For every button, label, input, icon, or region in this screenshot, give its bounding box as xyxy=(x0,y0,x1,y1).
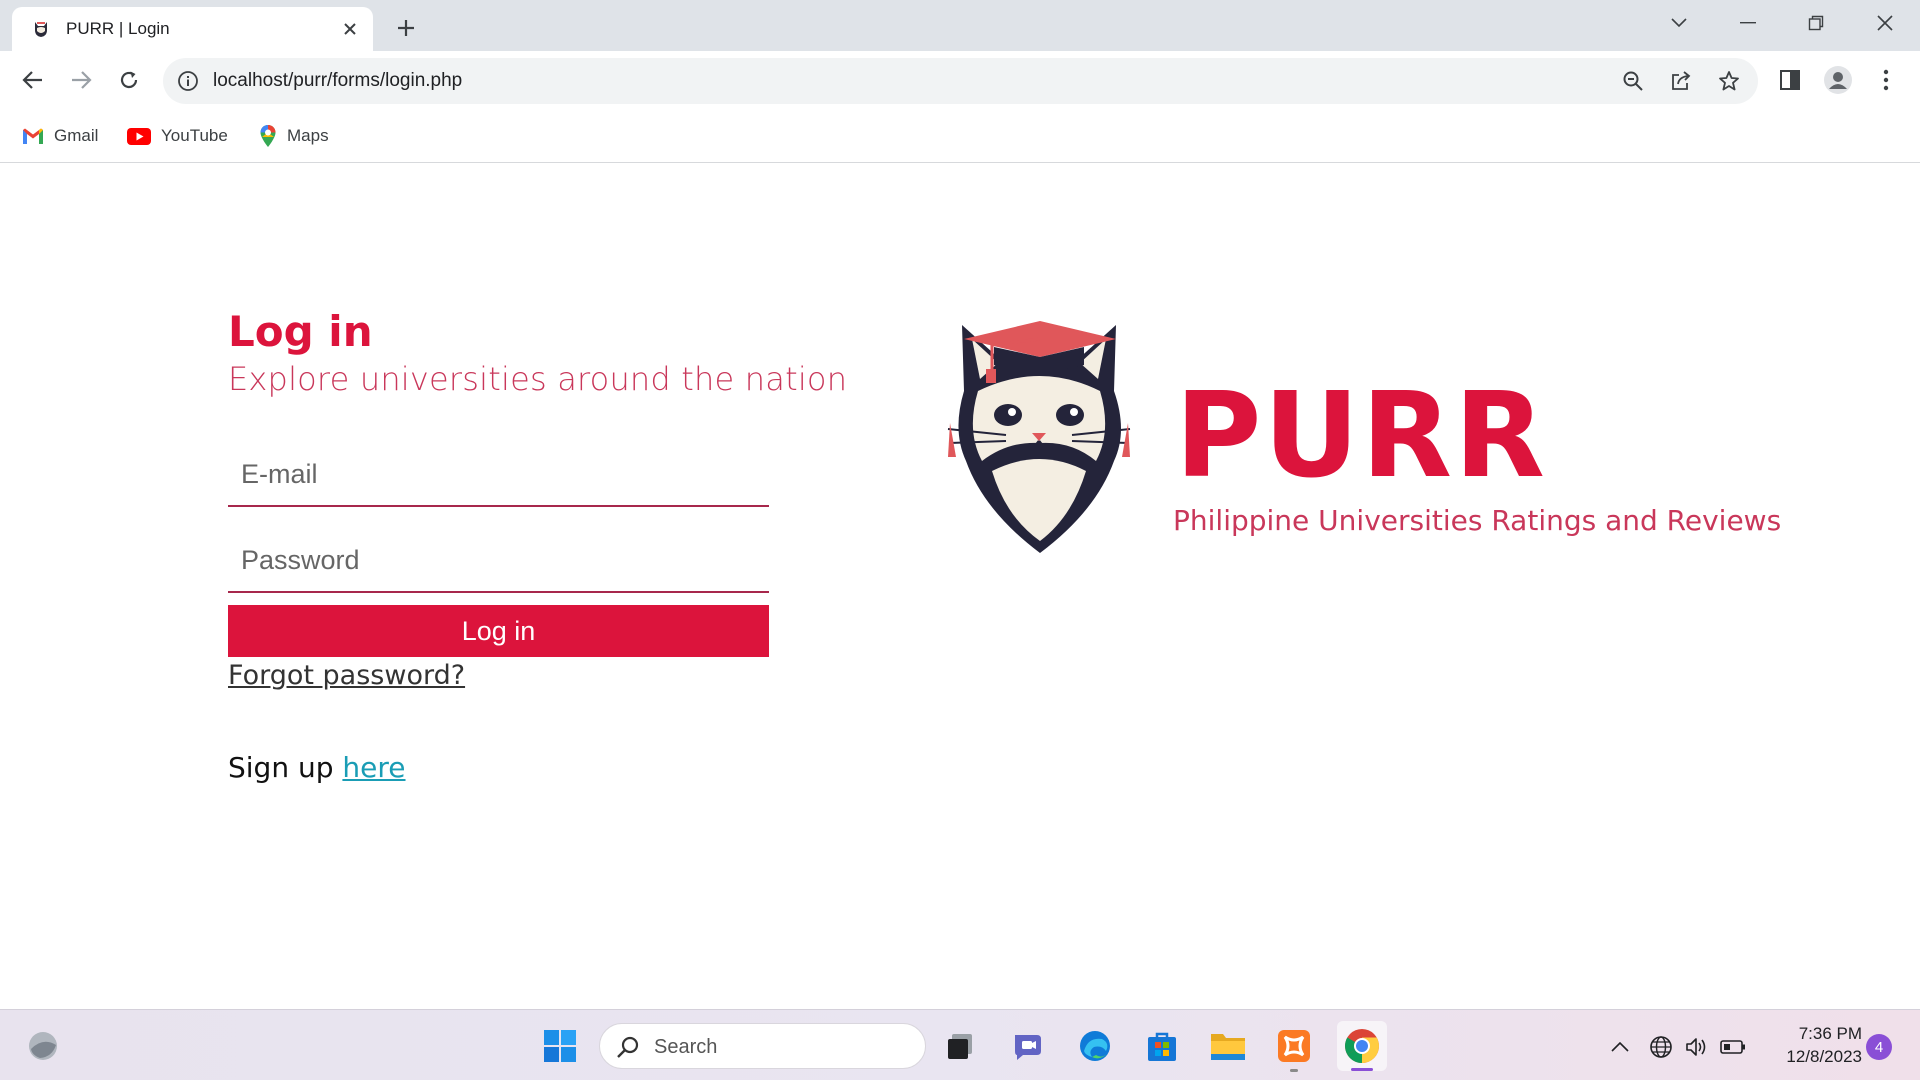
edge-browser-icon[interactable] xyxy=(1074,1025,1116,1067)
bookmark-star-icon[interactable] xyxy=(1717,69,1741,93)
teams-chat-icon[interactable] xyxy=(1007,1025,1049,1067)
bookmark-maps-label: Maps xyxy=(287,126,329,145)
forward-arrow-icon[interactable] xyxy=(64,63,98,97)
chrome-browser-icon[interactable] xyxy=(1337,1021,1387,1071)
address-bar[interactable]: localhost/purr/forms/login.php xyxy=(163,58,1758,104)
bookmark-youtube-label: YouTube xyxy=(161,126,228,145)
bookmark-gmail-label: Gmail xyxy=(54,126,99,145)
bookmark-maps[interactable]: Maps xyxy=(259,124,329,148)
url-text: localhost/purr/forms/login.php xyxy=(213,70,463,91)
tab-close-icon[interactable] xyxy=(339,18,361,40)
brand-tagline: Philippine Universities Ratings and Revi… xyxy=(1173,504,1782,537)
signup-prompt: Sign up here xyxy=(228,751,406,784)
login-page: Log in Explore universities around the n… xyxy=(0,164,1920,1009)
taskbar-search-box[interactable]: Search xyxy=(599,1023,926,1069)
page-title: Log in xyxy=(228,307,373,356)
zoom-magnifier-icon[interactable] xyxy=(1621,69,1645,93)
forgot-password-link[interactable]: Forgot password? xyxy=(228,660,465,691)
login-button[interactable]: Log in xyxy=(228,605,769,657)
show-hidden-icons-chevron-up-icon[interactable] xyxy=(1606,1033,1634,1061)
tab-title: PURR | Login xyxy=(66,19,170,38)
system-clock[interactable]: 7:36 PM 12/8/2023 xyxy=(1762,1022,1862,1068)
brand-name: PURR xyxy=(1175,366,1548,504)
battery-icon[interactable] xyxy=(1719,1033,1747,1061)
browser-tab-strip: PURR | Login xyxy=(0,0,1920,51)
cat-favicon-icon xyxy=(35,22,47,37)
restore-window-icon[interactable] xyxy=(1793,6,1839,40)
bookmark-gmail[interactable]: Gmail xyxy=(22,124,98,148)
signup-prefix: Sign up xyxy=(228,751,334,784)
signup-link[interactable]: here xyxy=(342,751,405,784)
reload-icon[interactable] xyxy=(112,63,146,97)
site-info-icon[interactable] xyxy=(177,70,199,92)
close-window-icon[interactable] xyxy=(1862,6,1908,40)
microsoft-store-icon[interactable] xyxy=(1141,1025,1183,1067)
browser-tab[interactable]: PURR | Login xyxy=(12,7,373,51)
youtube-icon xyxy=(127,127,151,145)
minimize-icon[interactable] xyxy=(1725,6,1771,40)
email-field[interactable] xyxy=(228,443,769,507)
back-arrow-icon[interactable] xyxy=(16,63,50,97)
taskbar-search-label: Search xyxy=(654,1036,718,1058)
gmail-icon xyxy=(23,128,43,144)
bookmark-youtube[interactable]: YouTube xyxy=(127,124,228,148)
purr-cat-logo-icon xyxy=(947,321,1131,553)
profile-avatar-icon[interactable] xyxy=(1823,65,1853,95)
more-menu-icon[interactable] xyxy=(1871,65,1901,95)
bookmarks-bar: Gmail YouTube Maps xyxy=(0,109,1920,163)
password-field[interactable] xyxy=(228,529,769,593)
windows-taskbar: Search 7:36 PM 12/8/2023 4 xyxy=(0,1009,1920,1080)
clock-time: 7:36 PM xyxy=(1798,1024,1862,1043)
new-tab-plus-icon[interactable] xyxy=(390,12,422,44)
task-view-icon[interactable] xyxy=(939,1025,981,1067)
share-icon[interactable] xyxy=(1669,69,1693,93)
start-windows-icon[interactable] xyxy=(539,1025,581,1067)
clock-date: 12/8/2023 xyxy=(1786,1047,1862,1066)
file-explorer-folder-icon[interactable] xyxy=(1207,1025,1249,1067)
weather-widget-icon[interactable] xyxy=(22,1025,64,1067)
notification-badge[interactable]: 4 xyxy=(1866,1034,1892,1060)
search-icon xyxy=(617,1036,639,1058)
tab-search-chevron-down-icon[interactable] xyxy=(1656,6,1702,40)
volume-speaker-icon[interactable] xyxy=(1682,1033,1710,1061)
maps-icon xyxy=(260,125,276,147)
xampp-icon[interactable] xyxy=(1273,1025,1315,1072)
browser-toolbar: localhost/purr/forms/login.php xyxy=(0,51,1920,109)
network-globe-icon[interactable] xyxy=(1647,1033,1675,1061)
side-panel-icon[interactable] xyxy=(1775,65,1805,95)
page-subtitle: Explore universities around the nation xyxy=(228,360,848,398)
